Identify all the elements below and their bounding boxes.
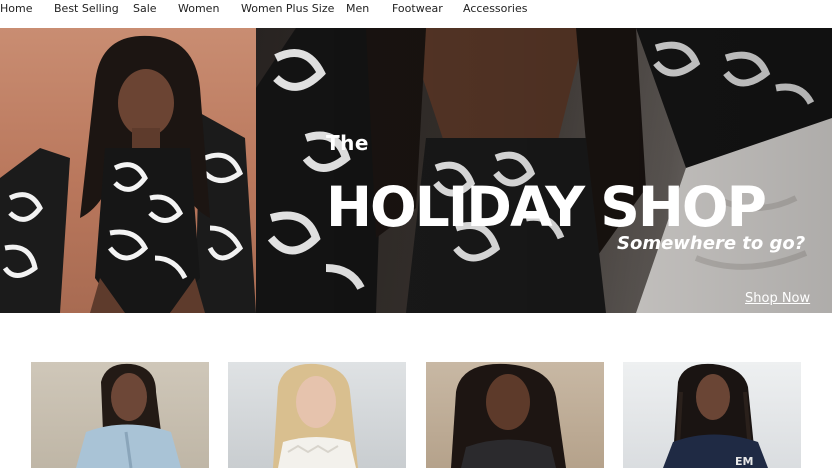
- category-tiles: EM: [0, 313, 832, 468]
- hero-eyebrow: The: [326, 131, 369, 155]
- nav-item-footwear[interactable]: Footwear: [392, 2, 443, 15]
- nav-item-accessories[interactable]: Accessories: [463, 2, 527, 15]
- top-navigation: Home Best Selling Sale Women Women Plus …: [0, 0, 832, 28]
- hero-title: HOLIDAY SHOP: [326, 175, 767, 239]
- model-photo-dark-hoodie: [451, 363, 566, 468]
- hero-overlay: [256, 28, 832, 313]
- shop-now-link[interactable]: Shop Now: [745, 291, 810, 306]
- svg-text:EM: EM: [735, 455, 753, 468]
- model-photo-navy-sweatshirt: EM: [663, 363, 768, 468]
- nav-item-home[interactable]: Home: [0, 2, 32, 15]
- nav-item-best-selling[interactable]: Best Selling: [54, 2, 119, 15]
- nav-item-women[interactable]: Women: [178, 2, 219, 15]
- nav-item-women-plus-size[interactable]: Women Plus Size: [241, 2, 334, 15]
- hero-photo-left: [0, 28, 256, 313]
- category-tile-1[interactable]: [31, 362, 209, 468]
- model-photo-blue-jacket: [76, 363, 181, 468]
- category-tile-4[interactable]: EM: [623, 362, 801, 468]
- nav-item-men[interactable]: Men: [346, 2, 369, 15]
- nav-item-sale[interactable]: Sale: [133, 2, 157, 15]
- hero-model-left-illustration: [0, 35, 256, 313]
- hero-banner[interactable]: The HOLIDAY SHOP Somewhere to go? Shop N…: [0, 28, 832, 313]
- category-tile-3[interactable]: [426, 362, 604, 468]
- category-tile-2[interactable]: [228, 362, 406, 468]
- model-photo-white-knit: [273, 363, 358, 468]
- hero-subtitle: Somewhere to go?: [617, 233, 806, 254]
